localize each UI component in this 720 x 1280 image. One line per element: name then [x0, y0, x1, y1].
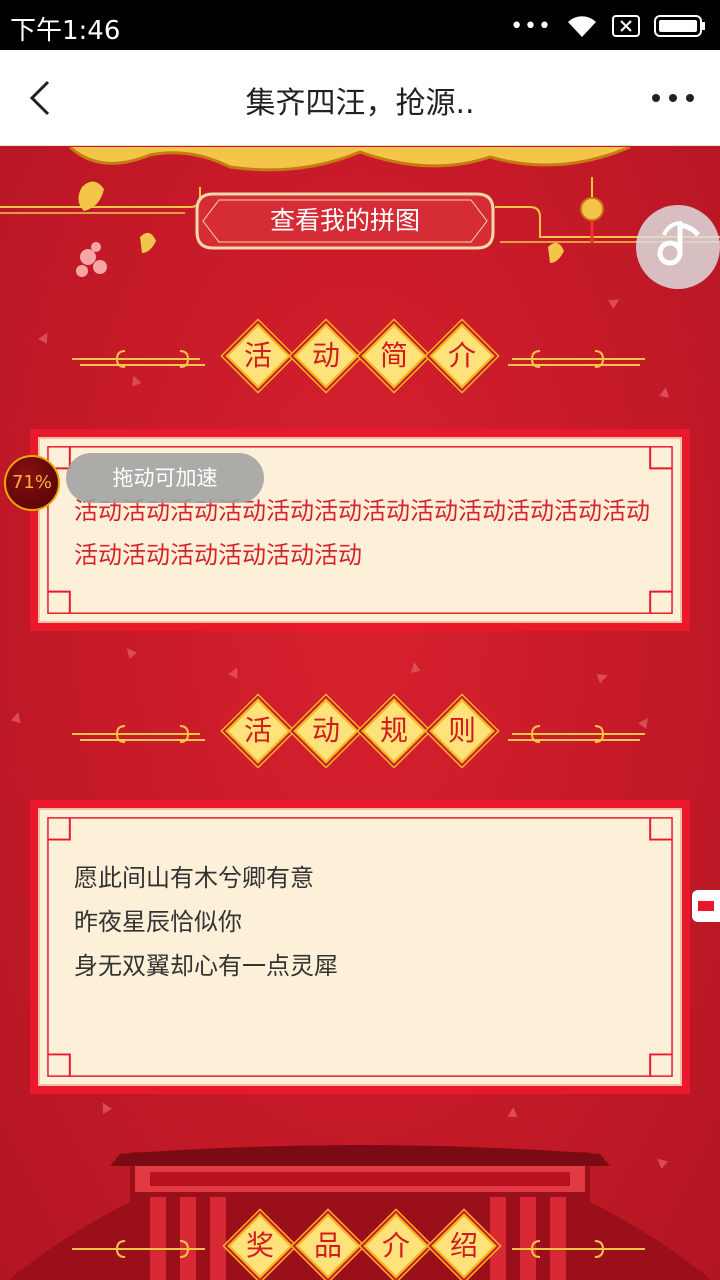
music-toggle-button[interactable] — [636, 205, 720, 289]
heading-char-diamond: 动 — [293, 698, 359, 764]
battery-icon — [654, 15, 705, 37]
confetti-decoration — [98, 1100, 112, 1114]
rules-heading: 活 动 规 则 — [0, 682, 720, 782]
heading-char-diamond: 动 — [293, 323, 359, 389]
heading-char-diamond: 活 — [225, 698, 291, 764]
heading-ornament — [72, 725, 645, 743]
heading-char-diamond: 奖 — [227, 1213, 293, 1279]
heading-char-diamond: 活 — [225, 323, 291, 389]
drag-to-speed-tip: 拖动可加速 — [66, 453, 264, 503]
back-button[interactable] — [20, 70, 76, 126]
intro-heading: 活 动 简 介 — [0, 307, 720, 407]
confetti-decoration — [122, 644, 138, 660]
view-my-puzzle-button[interactable]: 查看我的拼图 — [195, 192, 495, 250]
status-bar: 下午1:46 ••• — [0, 0, 720, 50]
rules-panel: 愿此间山有木兮卿有意 昨夜星辰恰似你 身无双翼却心有一点灵犀 — [30, 800, 690, 1094]
music-note-icon — [657, 221, 700, 266]
side-tab-mark — [698, 901, 714, 911]
confetti-decoration — [409, 661, 421, 673]
rules-panel-inner: 愿此间山有木兮卿有意 昨夜星辰恰似你 身无双翼却心有一点灵犀 — [38, 808, 682, 1086]
heading-char-diamond: 则 — [429, 698, 495, 764]
activity-page[interactable]: 查看我的拼图 活 动 简 介 活动活动活动活动活动活动活动活动活动活动活动活动活… — [0, 147, 720, 1280]
confetti-decoration — [228, 665, 242, 679]
nav-bar: 集齐四汪，抢源.. — [0, 50, 720, 146]
view-my-puzzle-label: 查看我的拼图 — [269, 206, 420, 235]
more-button[interactable] — [648, 80, 698, 116]
no-sim-icon — [612, 15, 640, 37]
heading-char-diamond: 规 — [361, 698, 427, 764]
heading-char-diamond: 品 — [295, 1213, 361, 1279]
notification-dots-icon: ••• — [510, 13, 552, 39]
rules-lines: 愿此间山有木兮卿有意 昨夜星辰恰似你 身无双翼却心有一点灵犀 — [74, 856, 634, 988]
speed-ball[interactable]: 71% — [4, 455, 60, 511]
side-tab[interactable] — [692, 890, 720, 922]
rules-line: 昨夜星辰恰似你 — [74, 908, 242, 936]
rules-line: 身无双翼却心有一点灵犀 — [74, 952, 338, 980]
confetti-decoration — [507, 1106, 519, 1118]
heading-char-diamond: 介 — [429, 323, 495, 389]
heading-ornament — [72, 350, 645, 368]
speed-percent: 71% — [11, 472, 52, 493]
prizes-heading: 奖 品 介 绍 — [0, 1197, 720, 1280]
heading-char-diamond: 简 — [361, 323, 427, 389]
page-title: 集齐四汪，抢源.. — [245, 86, 475, 121]
heading-char-diamond: 绍 — [431, 1213, 497, 1279]
more-dots-icon — [652, 94, 694, 102]
rules-line: 愿此间山有木兮卿有意 — [74, 864, 314, 892]
heading-ornament — [72, 1240, 645, 1258]
status-icons: ••• — [510, 10, 706, 42]
heading-char-diamond: 介 — [363, 1213, 429, 1279]
status-time: 下午1:46 — [10, 16, 121, 46]
chevron-left-icon — [29, 80, 50, 116]
wifi-icon — [568, 16, 596, 37]
